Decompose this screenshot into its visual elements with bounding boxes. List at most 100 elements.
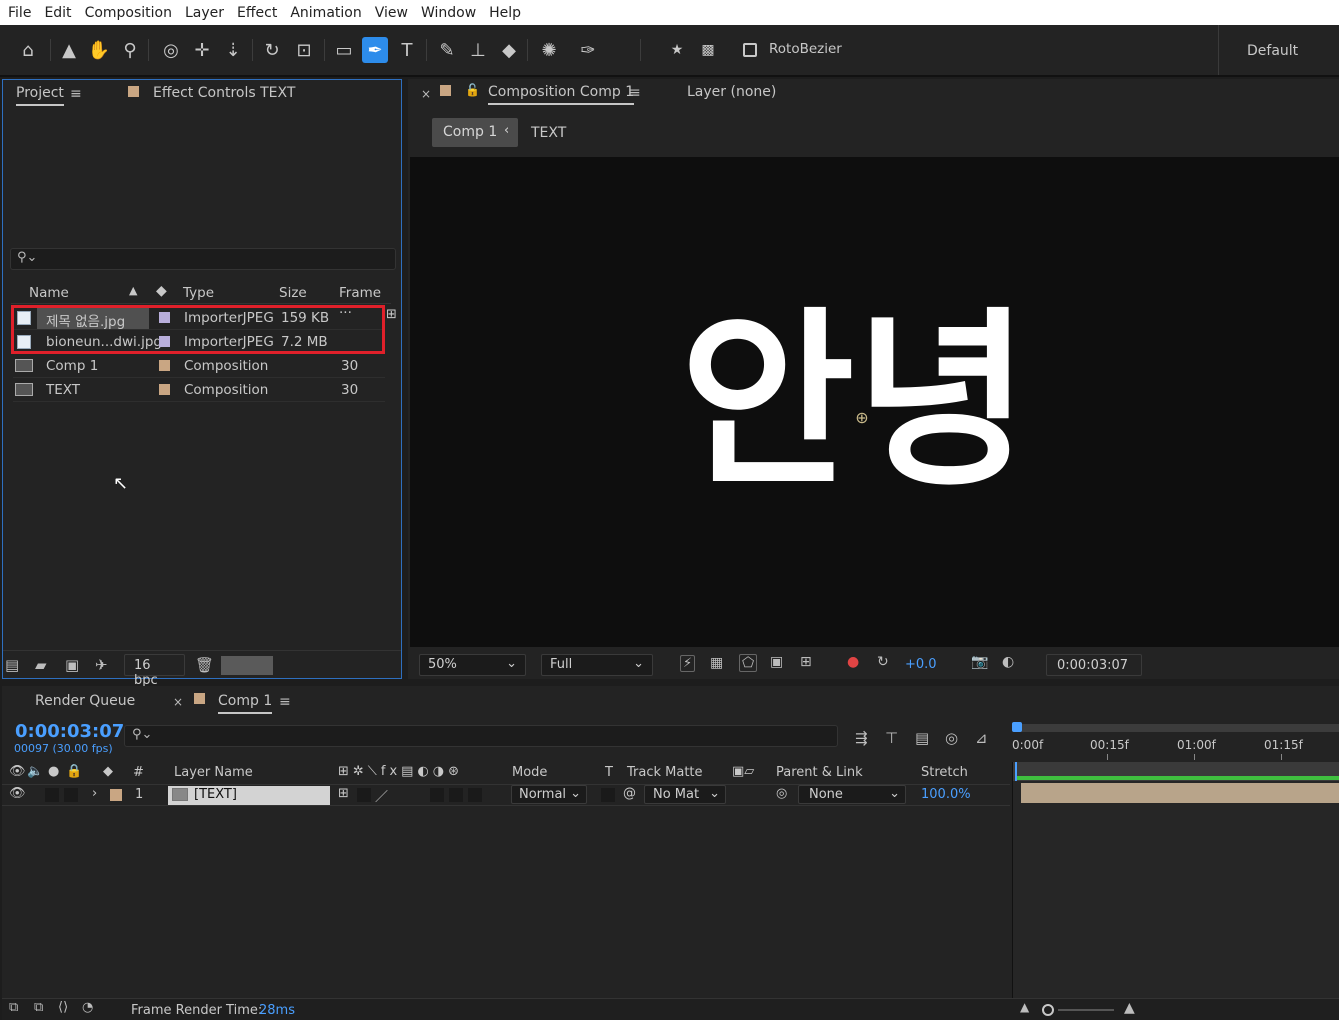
matte-icons[interactable]: ▣▱ bbox=[732, 764, 754, 779]
show-snapshot-icon[interactable]: ◐ bbox=[1002, 654, 1014, 670]
breadcrumb-text[interactable]: TEXT bbox=[531, 125, 566, 141]
rectangle-tool-icon[interactable]: ▭ bbox=[331, 37, 357, 63]
menu-help[interactable]: Help bbox=[489, 5, 529, 21]
reset-exposure-icon[interactable]: ↻ bbox=[877, 654, 889, 670]
workspace-default[interactable]: Default bbox=[1247, 43, 1298, 59]
layer-row[interactable]: 👁 › 1 [TEXT] ⊞ ／ Normal ⌄ @ No Mat ⌄ ◎ N… bbox=[2, 784, 1010, 806]
snapshot-camera-icon[interactable]: 📷 bbox=[971, 654, 988, 670]
rotate-tool-icon[interactable]: ↻ bbox=[259, 37, 285, 63]
menu-effect[interactable]: Effect bbox=[237, 5, 285, 21]
sort-asc-icon[interactable]: ▲ bbox=[129, 284, 137, 297]
brush-tool-icon[interactable]: ✎ bbox=[434, 37, 460, 63]
column-track-matte[interactable]: Track Matte bbox=[627, 765, 703, 780]
project-search-input[interactable]: ⚲⌄ bbox=[10, 248, 396, 270]
render-time-icon[interactable]: ◔ bbox=[82, 1000, 93, 1015]
menu-window[interactable]: Window bbox=[421, 5, 484, 21]
interpret-footage-icon[interactable]: ▤ bbox=[5, 656, 19, 674]
graph-editor-icon[interactable]: ⊿ bbox=[975, 729, 988, 747]
label-color-swatch[interactable] bbox=[159, 336, 170, 347]
in-out-icon[interactable]: ⟨⟩ bbox=[58, 1000, 68, 1015]
exposure-value[interactable]: +0.0 bbox=[905, 657, 937, 672]
tab-layer[interactable]: Layer (none) bbox=[687, 84, 776, 100]
viewer-text-layer[interactable]: 안녕 bbox=[680, 307, 1080, 537]
tab-render-queue[interactable]: Render Queue bbox=[35, 693, 135, 709]
lock-checkbox[interactable] bbox=[64, 788, 78, 802]
new-composition-icon[interactable]: ▣ bbox=[65, 656, 79, 674]
adjustment-checkbox[interactable] bbox=[449, 788, 463, 802]
breadcrumb-comp-1[interactable]: Comp 1 ‹ bbox=[432, 118, 518, 147]
menu-view[interactable]: View bbox=[375, 5, 416, 21]
quality-switch[interactable] bbox=[357, 788, 371, 802]
stretch-value[interactable]: 100.0% bbox=[921, 787, 971, 802]
resolution-dropdown[interactable]: Full ⌄ bbox=[541, 654, 653, 676]
project-menu-icon[interactable]: ≡ bbox=[70, 86, 82, 102]
menu-layer[interactable]: Layer bbox=[185, 5, 232, 21]
transparency-grid-icon[interactable]: ▦ bbox=[710, 655, 723, 671]
composition-menu-icon[interactable]: ≡ bbox=[629, 85, 641, 101]
trash-icon[interactable]: 🗑 bbox=[195, 656, 214, 674]
audio-toggle-icon[interactable]: 🔈 bbox=[27, 764, 43, 779]
flowchart-icon[interactable]: ⊞ bbox=[386, 307, 397, 322]
close-tab-icon[interactable]: × bbox=[173, 695, 183, 709]
layer-name-field[interactable]: [TEXT] bbox=[168, 786, 330, 805]
video-toggle-icon[interactable]: 👁 bbox=[9, 764, 26, 779]
project-item[interactable]: 제목 없음.jpg ImporterJPEG 159 KB bbox=[13, 306, 385, 330]
timeline-search-input[interactable]: ⚲⌄ bbox=[124, 725, 838, 747]
home-icon[interactable]: ⌂ bbox=[15, 37, 41, 63]
star-icon[interactable]: ★ bbox=[664, 37, 690, 63]
menu-composition[interactable]: Composition bbox=[85, 5, 180, 21]
tab-comp-1[interactable]: Comp 1 bbox=[218, 693, 273, 714]
puppet-pin-icon[interactable]: ✑ bbox=[575, 37, 601, 63]
guides-grid-icon[interactable]: ⊞ bbox=[800, 654, 812, 670]
zoom-out-icon[interactable]: ▲ bbox=[1020, 1000, 1029, 1014]
tab-effect-controls[interactable]: Effect Controls TEXT bbox=[153, 85, 295, 101]
eraser-tool-icon[interactable]: ◆ bbox=[496, 37, 522, 63]
zoom-tool-icon[interactable]: ⚲ bbox=[117, 37, 143, 63]
layer-switches-icon[interactable]: ⧉ bbox=[9, 1000, 18, 1015]
timeline-menu-icon[interactable]: ≡ bbox=[279, 694, 291, 710]
matte-pickwhip-icon[interactable]: @ bbox=[623, 786, 636, 801]
color-channels-icon[interactable]: ● bbox=[847, 654, 859, 670]
column-size[interactable]: Size bbox=[279, 285, 307, 301]
type-tool-icon[interactable]: T bbox=[394, 37, 420, 63]
column-parent[interactable]: Parent & Link bbox=[776, 765, 863, 780]
column-layer-name[interactable]: Layer Name bbox=[174, 765, 253, 780]
hand-tool-icon[interactable]: ✋ bbox=[86, 37, 112, 63]
label-tag-icon[interactable]: ◆ bbox=[156, 283, 167, 299]
roto-brush-icon[interactable]: ✺ bbox=[536, 37, 562, 63]
track-area[interactable] bbox=[1012, 762, 1339, 998]
pen-tool-icon[interactable]: ✒ bbox=[362, 37, 388, 63]
project-item[interactable]: TEXT Composition 30 bbox=[13, 378, 385, 402]
orbit-camera-icon[interactable]: ◎ bbox=[158, 37, 184, 63]
zoom-slider-handle[interactable] bbox=[1042, 1004, 1054, 1016]
flowchart-node-icon[interactable]: ✈ bbox=[95, 656, 108, 674]
anchor-point-tool-icon[interactable]: ⊡ bbox=[291, 37, 317, 63]
parent-dropdown[interactable]: None ⌄ bbox=[798, 785, 906, 804]
bit-depth-button[interactable]: 16 bpc bbox=[124, 654, 185, 688]
label-color-swatch[interactable] bbox=[159, 312, 170, 323]
transfer-controls-icon[interactable]: ⧉ bbox=[34, 1000, 43, 1015]
composition-viewer[interactable]: 안녕 ⊕ bbox=[410, 157, 1339, 647]
fill-icon[interactable]: ▩ bbox=[695, 37, 721, 63]
current-time-display[interactable]: 0:00:03:07 bbox=[15, 721, 124, 742]
blend-mode-dropdown[interactable]: Normal ⌄ bbox=[511, 785, 587, 804]
rotobezier-checkbox[interactable] bbox=[743, 43, 757, 57]
expand-chevron-icon[interactable]: › bbox=[92, 786, 97, 801]
column-stretch[interactable]: Stretch bbox=[921, 765, 968, 780]
pan-camera-icon[interactable]: ✛ bbox=[189, 37, 215, 63]
lock-icon[interactable]: 🔒 bbox=[66, 764, 82, 779]
zoom-dropdown[interactable]: 50% ⌄ bbox=[419, 654, 526, 676]
zoom-slider-track[interactable] bbox=[1058, 1009, 1114, 1011]
label-color-swatch[interactable] bbox=[110, 789, 122, 801]
column-type[interactable]: Type bbox=[183, 285, 214, 301]
label-color-swatch[interactable] bbox=[159, 384, 170, 395]
frame-blending-icon[interactable]: ◎ bbox=[945, 729, 958, 747]
menu-file[interactable]: File bbox=[8, 5, 39, 21]
region-of-interest-icon[interactable]: ▣ bbox=[770, 654, 783, 670]
lock-icon[interactable]: 🔓 bbox=[465, 83, 480, 97]
tab-composition[interactable]: Composition Comp 1 bbox=[488, 84, 635, 105]
fast-previews-icon[interactable]: ⚡ bbox=[680, 655, 696, 672]
preserve-transparency-checkbox[interactable] bbox=[601, 788, 615, 802]
motion-blur-checkbox[interactable] bbox=[430, 788, 444, 802]
collapse-transform-icon[interactable]: ⊞ bbox=[338, 786, 349, 801]
